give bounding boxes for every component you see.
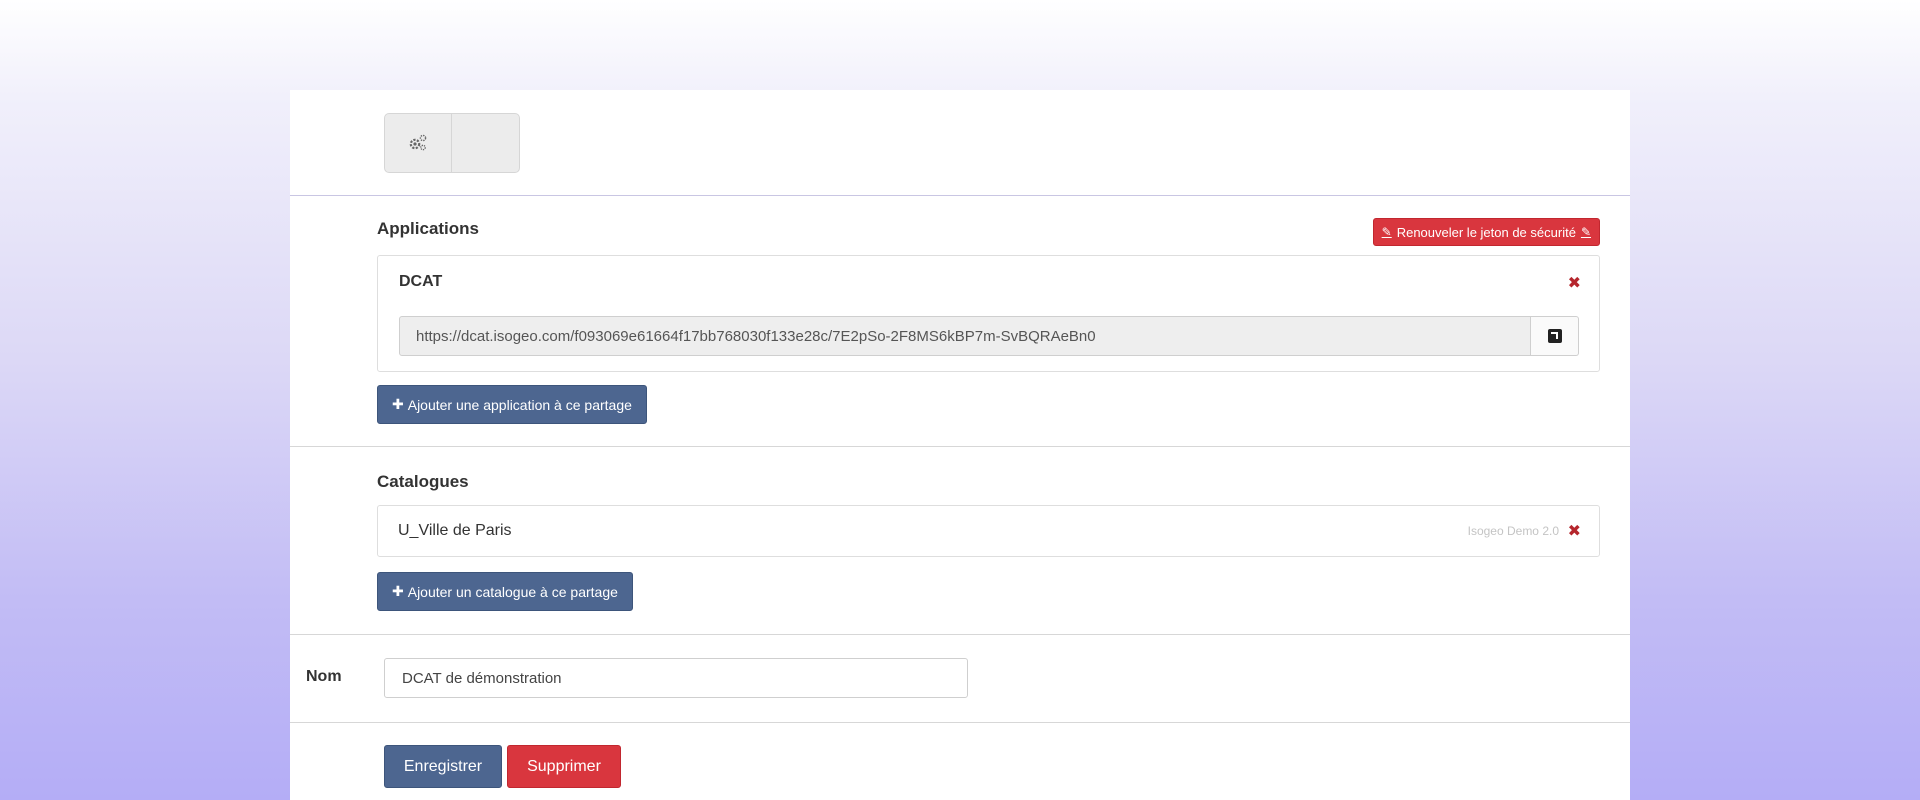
application-url-group — [399, 316, 1579, 356]
applications-section: Applications ✎ Renouveler le jeton de sé… — [290, 195, 1630, 447]
eraser-icon: ✎ — [1580, 225, 1591, 239]
save-button[interactable]: Enregistrer — [384, 745, 502, 788]
application-url-input[interactable] — [399, 316, 1531, 356]
catalog-card: U_Ville de Paris Isogeo Demo 2.0 ✖ — [377, 505, 1600, 557]
settings-button[interactable] — [385, 114, 451, 172]
name-input[interactable] — [384, 658, 968, 698]
applications-title: Applications — [377, 219, 480, 238]
open-url-button[interactable] — [1531, 316, 1579, 356]
share-edit-panel: Applications ✎ Renouveler le jeton de sé… — [290, 90, 1630, 800]
toolbar-button-group — [384, 113, 520, 173]
add-catalog-button[interactable]: ✚ Ajouter un catalogue à ce partage — [377, 572, 633, 611]
plus-icon: ✚ — [392, 583, 404, 599]
catalog-name: U_Ville de Paris — [398, 522, 512, 539]
plus-icon: ✚ — [392, 396, 404, 412]
catalogs-section: Catalogues U_Ville de Paris Isogeo Demo … — [290, 447, 1630, 635]
add-application-button[interactable]: ✚ Ajouter une application à ce partage — [377, 385, 647, 424]
remove-catalog-icon[interactable]: ✖ — [1568, 521, 1581, 541]
panel-toolbar — [290, 90, 1630, 196]
delete-button[interactable]: Supprimer — [507, 745, 621, 788]
application-card: DCAT ✖ — [377, 255, 1600, 372]
catalogs-title: Catalogues — [377, 472, 469, 491]
application-name: DCAT — [399, 273, 443, 290]
gears-icon — [409, 134, 427, 151]
name-label: Nom — [306, 668, 342, 685]
renew-token-button[interactable]: ✎ Renouveler le jeton de sécurité ✎ — [1372, 218, 1600, 246]
eraser-icon: ✎ — [1381, 225, 1392, 239]
renew-token-label: Renouveler le jeton de sécurité — [1396, 224, 1576, 240]
remove-application-icon[interactable]: ✖ — [1568, 273, 1581, 293]
name-section: Nom — [290, 635, 1630, 723]
catalog-owner: Isogeo Demo 2.0 — [1467, 524, 1559, 538]
toolbar-empty-button[interactable] — [451, 114, 518, 172]
add-application-label: Ajouter une application à ce partage — [407, 396, 632, 413]
external-link-icon — [1547, 329, 1562, 343]
add-catalog-label: Ajouter un catalogue à ce partage — [407, 583, 618, 600]
